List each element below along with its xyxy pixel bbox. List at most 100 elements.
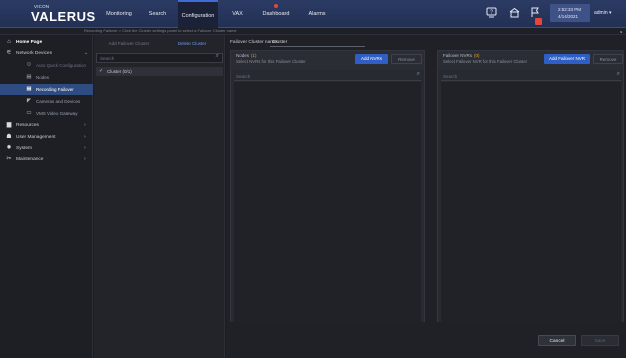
sidebar-item-label: Maintenance — [16, 157, 44, 162]
failover-nvrs-count: (0) — [474, 53, 480, 58]
failover-nvrs-panel: Failover NVRs (0) Select Failover NVR for… — [437, 50, 624, 324]
sidebar-item-network-devices[interactable]: ⚟ Network Devices ⌄ — [0, 48, 93, 59]
sidebar-item-user-management[interactable]: ☗ User Management › — [0, 132, 93, 143]
search-icon[interactable]: ⌕ — [216, 53, 219, 60]
nodes-title-text: Nodes — [236, 53, 250, 58]
vicon-logo[interactable]: VICON VALERUS — [31, 4, 95, 24]
add-nvrs-label: Add NVRs — [360, 56, 382, 61]
sidebar-item-auto-quick-configuration[interactable]: ⚙ Auto Quick Configuration — [0, 60, 93, 71]
tools-icon: ✂ — [6, 156, 12, 162]
failover-nvrs-list — [441, 82, 621, 322]
nav-alarms-label: Alarms — [308, 11, 326, 17]
user-menu-button[interactable]: admin ▾ — [594, 10, 612, 16]
failover-nvrs-panel-subtitle: Select Failover NVR for this Failover Cl… — [443, 59, 528, 64]
save-label: Save — [594, 339, 606, 344]
add-nvrs-button[interactable]: Add NVRs — [355, 54, 388, 64]
datetime-box: 2:52:33 PM 4/14/2021 — [550, 4, 590, 22]
chevron-down-icon: ⌄ — [84, 50, 89, 56]
home-icon: ⌂ — [7, 39, 11, 45]
nav-dashboard-label: Dashboard — [262, 11, 290, 17]
chevron-right-icon: › — [84, 122, 86, 128]
sidebar-item-vms-video-gateway[interactable]: ▭ VMS Video Gateway — [0, 108, 93, 119]
cluster-list-item[interactable]: ✓ Cluster (0/1) — [96, 67, 223, 76]
sidebar: ⌂ Home Page ⚟ Network Devices ⌄ ⚙ Auto Q… — [0, 35, 93, 358]
cluster-name-input[interactable] — [270, 38, 365, 47]
nav-vax[interactable]: VAX — [225, 0, 250, 28]
remove-nvrs-button[interactable]: Remove — [391, 54, 422, 64]
sidebar-item-label: Cameras and Devices — [36, 99, 81, 104]
logo-valerus-text: VALERUS — [31, 9, 96, 24]
nav-configuration[interactable]: Configuration — [178, 0, 218, 28]
sidebar-item-label: Home Page — [16, 40, 43, 45]
add-failover-cluster-label: Add Failover Cluster — [108, 41, 150, 46]
add-failover-nvr-label: Add Failover NVR — [548, 56, 585, 61]
camera-icon: ◤ — [26, 98, 32, 104]
nav-monitoring-label: Monitoring — [106, 11, 132, 17]
remove-failover-nvr-label: Remove — [599, 57, 617, 62]
sidebar-item-recording-failover[interactable]: ▦ Recording Failover — [0, 84, 93, 95]
nodes-panel-subtitle: Select NVRs for this Failover Cluster — [236, 59, 306, 64]
help-screen-icon[interactable]: ? — [485, 7, 497, 19]
cluster-search-input[interactable] — [100, 54, 210, 62]
nodes-list — [234, 82, 421, 322]
remove-nvrs-label: Remove — [398, 57, 415, 62]
chevron-right-icon: › — [84, 134, 86, 140]
sidebar-item-label: User Management — [16, 135, 56, 140]
sidebar-item-label: Resources — [16, 123, 39, 128]
save-button[interactable]: Save — [581, 335, 619, 346]
sidebar-item-cameras-devices[interactable]: ◤ Cameras and Devices — [0, 96, 93, 107]
sidebar-item-maintenance[interactable]: ✂ Maintenance › — [0, 154, 93, 165]
server-icon: ▤ — [26, 74, 32, 80]
nav-configuration-label: Configuration — [181, 13, 215, 19]
sidebar-item-home[interactable]: ⌂ Home Page — [0, 37, 93, 48]
checkmark-icon: ✓ — [99, 68, 104, 74]
action-footer: Cancel Save — [226, 322, 626, 358]
failover-nvrs-search[interactable]: ⌕ — [441, 71, 621, 81]
cluster-search[interactable]: ⌕ — [96, 53, 223, 63]
gear-icon: ⚙ — [26, 62, 32, 68]
sidebar-item-label: System — [16, 146, 32, 151]
top-bar: VICON VALERUS Monitoring Search Configur… — [0, 0, 626, 28]
remove-failover-nvr-button[interactable]: Remove — [593, 54, 623, 64]
search-icon[interactable]: ⌕ — [417, 71, 420, 78]
system-gear-icon: ✹ — [6, 145, 12, 151]
cancel-label: Cancel — [549, 339, 565, 344]
add-failover-cluster-button[interactable]: Add Failover Cluster — [98, 39, 160, 48]
sidebar-item-nodes[interactable]: ▤ Nodes — [0, 72, 93, 83]
chevron-right-icon: › — [84, 145, 86, 151]
clock-date: 4/14/2021 — [558, 14, 579, 19]
nav-alarms[interactable]: Alarms — [302, 0, 332, 28]
nav-search-label: Search — [148, 11, 167, 17]
nodes-panel-header: Nodes (1) Select NVRs for this Failover C… — [231, 51, 424, 70]
failover-nvrs-panel-header: Failover NVRs (0) Select Failover NVR for… — [438, 51, 623, 70]
clock-time: 2:52:33 PM — [558, 7, 582, 12]
failover-nvrs-title-text: Failover NVRs — [443, 53, 473, 58]
sidebar-item-resources[interactable]: ▆ Resources › — [0, 120, 93, 131]
breadcrumb: Recording Failover > Click the Cluster s… — [0, 28, 626, 35]
nav-monitoring[interactable]: Monitoring — [98, 0, 140, 28]
cluster-list-item-label: Cluster (0/1) — [107, 69, 132, 74]
user-name: admin — [594, 10, 608, 16]
delete-cluster-button[interactable]: Delete Cluster — [162, 39, 222, 48]
nav-dashboard[interactable]: Dashboard — [256, 0, 296, 28]
chevron-right-icon: › — [84, 156, 86, 162]
sidebar-item-label: Nodes — [36, 75, 50, 80]
cluster-detail-panel: Failover Cluster name: Nodes(1) Select N… — [226, 35, 626, 358]
nodes-search-input[interactable] — [236, 72, 406, 80]
cancel-button[interactable]: Cancel — [538, 335, 576, 346]
failover-icon: ▦ — [26, 86, 32, 92]
sidebar-item-label: Recording Failover — [36, 87, 74, 92]
failover-nvrs-panel-title: Failover NVRs (0) — [443, 53, 480, 58]
nodes-count: (1) — [251, 53, 257, 58]
sidebar-item-label: Auto Quick Configuration — [36, 63, 87, 68]
svg-text:?: ? — [490, 10, 493, 16]
lock-icon[interactable] — [508, 7, 520, 19]
delete-cluster-label: Delete Cluster — [177, 41, 207, 46]
failover-nvrs-search-input[interactable] — [443, 72, 606, 80]
nodes-search[interactable]: ⌕ — [234, 71, 421, 81]
network-icon: ⚟ — [6, 50, 12, 56]
search-icon[interactable]: ⌕ — [617, 71, 620, 78]
add-failover-nvr-button[interactable]: Add Failover NVR — [544, 54, 590, 64]
nav-search[interactable]: Search — [140, 0, 175, 28]
sidebar-item-system[interactable]: ✹ System › — [0, 143, 93, 154]
